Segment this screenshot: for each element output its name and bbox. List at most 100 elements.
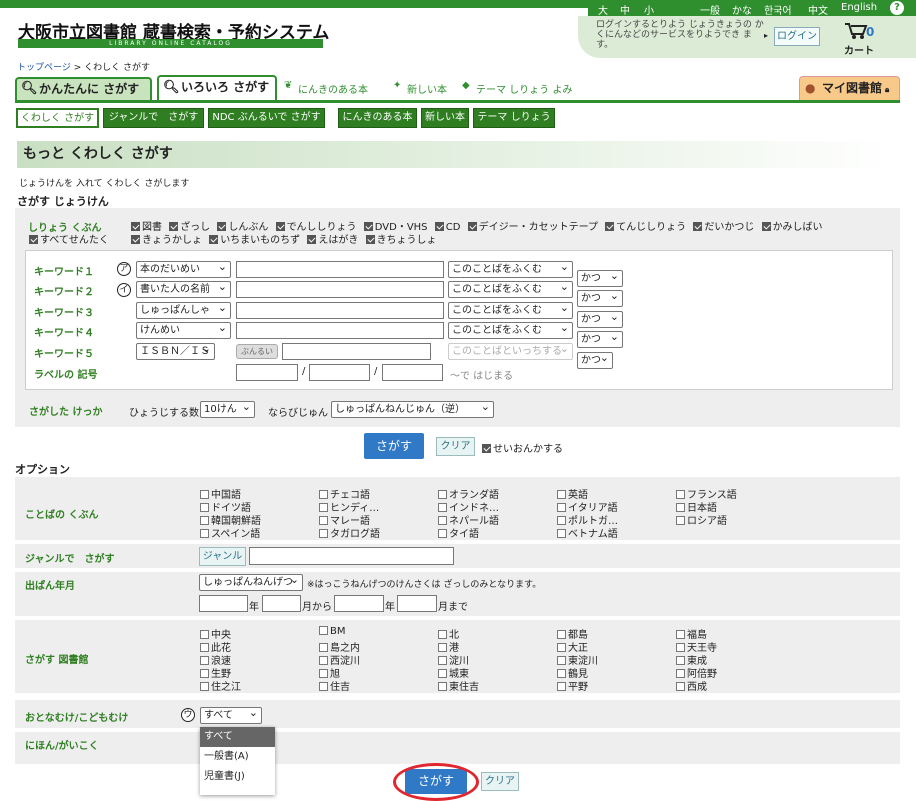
- search-button-top[interactable]: さがす: [364, 433, 424, 459]
- year-from-input[interactable]: [199, 595, 248, 612]
- audience-label: おとなむけ/こどもむけ: [25, 713, 129, 724]
- year-to-input[interactable]: [334, 595, 384, 612]
- lang-checkbox[interactable]: ベトナム語: [557, 525, 618, 540]
- lang-kana-link[interactable]: かな: [732, 2, 752, 17]
- tab-popular[interactable]: ❦ にんきのある本: [284, 80, 368, 96]
- search-icon: 🔍︎: [21, 81, 38, 96]
- audience-select[interactable]: すべて: [200, 705, 262, 724]
- lang-checkbox[interactable]: タイ語: [438, 525, 479, 540]
- keyword4-label: キーワード４: [34, 328, 94, 339]
- library-checkbox[interactable]: 住之江: [200, 678, 241, 693]
- library-checkbox[interactable]: BM: [319, 626, 346, 637]
- keyword2-input[interactable]: [236, 281, 444, 298]
- chk-textbook[interactable]: きょうかしょ: [131, 235, 202, 246]
- keyword5-input[interactable]: [282, 343, 431, 360]
- tab-my-library[interactable]: ● マイ図書館 🔒︎: [799, 76, 900, 100]
- audience-option-all[interactable]: すべて: [200, 727, 275, 747]
- library-checkbox[interactable]: 住吉: [319, 678, 350, 693]
- keyword2-field-select[interactable]: 書いた人の名前: [136, 279, 231, 298]
- subtab-ndc[interactable]: NDC ぶんるいで さがす: [208, 108, 325, 128]
- sparkle-icon: ✦: [393, 80, 402, 91]
- size-small-link[interactable]: 小: [644, 2, 654, 17]
- keyword2-match-select[interactable]: このことばをふくむ: [448, 279, 573, 298]
- subtab-detail[interactable]: くわしく さがす: [16, 108, 99, 128]
- lang-general-link[interactable]: 一般: [700, 2, 720, 17]
- label-code-input-1[interactable]: [236, 364, 298, 381]
- chk-map[interactable]: いちまいものちず: [205, 235, 300, 246]
- breadcrumb-home[interactable]: トップページ: [17, 63, 71, 73]
- audience-option-child[interactable]: 児童書(J): [200, 767, 275, 787]
- clear-button-top[interactable]: クリア: [436, 437, 475, 456]
- conj3-select[interactable]: かつ: [577, 309, 623, 328]
- keyword5-field-select[interactable]: ＩＳＢＮ／ＩＳ: [136, 341, 215, 360]
- keyword3-input[interactable]: [236, 302, 444, 319]
- keyword4-field-select[interactable]: けんめい: [136, 320, 231, 339]
- clear-button-bottom[interactable]: クリア: [481, 772, 519, 791]
- library-checkbox[interactable]: 東住吉: [438, 678, 479, 693]
- keyword5-match-select[interactable]: このことばといっちする: [448, 341, 573, 360]
- conj5-select[interactable]: かつ: [577, 350, 613, 369]
- site-logo-sub: LIBRARY ONLINE CATALOG: [18, 39, 323, 48]
- subtab-popular[interactable]: にんきのある本: [338, 108, 417, 128]
- marker-a: ア: [117, 262, 131, 276]
- lang-checkbox[interactable]: タガログ語: [319, 525, 380, 540]
- chk-daisy[interactable]: デイジー・カセットテープ: [464, 222, 598, 233]
- conj1-select[interactable]: かつ: [577, 268, 623, 287]
- library-checkbox[interactable]: 西成: [676, 678, 707, 693]
- keyword4-match-select[interactable]: このことばをふくむ: [448, 320, 573, 339]
- label-code-input-3[interactable]: [382, 364, 443, 381]
- keyword3-match-select[interactable]: このことばをふくむ: [448, 300, 573, 319]
- month-from-input[interactable]: [262, 595, 301, 612]
- highlight-circle: [393, 763, 479, 801]
- cart-label[interactable]: カート: [844, 42, 874, 57]
- tab-new[interactable]: ✦ 新しい本: [393, 80, 447, 96]
- size-large-link[interactable]: 大: [598, 2, 608, 17]
- subtab-new[interactable]: 新しい本: [421, 108, 469, 128]
- tab-easy-search[interactable]: 🔍︎ かんたんに さがす: [15, 77, 152, 101]
- login-button[interactable]: ログイン: [774, 27, 820, 46]
- genre-label: ジャンルで さがす: [25, 554, 115, 565]
- tab-theme[interactable]: ◆ テーマ しりょう よみ: [462, 80, 572, 96]
- help-icon[interactable]: ?: [890, 1, 904, 15]
- lang-korean-link[interactable]: 한국어: [764, 2, 792, 17]
- label-code-input-2[interactable]: [309, 364, 370, 381]
- chk-braille[interactable]: てんじしりょう: [601, 222, 686, 233]
- lang-checkbox[interactable]: スペイン語: [200, 525, 260, 540]
- keyword4-input[interactable]: [236, 322, 444, 339]
- keyword1-field-select[interactable]: 本のだいめい: [136, 259, 231, 278]
- audience-row: [15, 700, 900, 728]
- result-count-select[interactable]: 10けん: [200, 399, 255, 418]
- conj2-select[interactable]: かつ: [577, 288, 623, 307]
- chk-remember[interactable]: せいおんかする: [482, 440, 563, 455]
- subtab-theme[interactable]: テーマ しりょう: [473, 108, 555, 128]
- chk-largeprint[interactable]: だいかつじ: [689, 222, 754, 233]
- conj4-select[interactable]: かつ: [577, 329, 623, 348]
- subtab-genre[interactable]: ジャンルで さがす: [103, 108, 204, 128]
- year-type-select[interactable]: しゅっぱんねんげつ: [199, 572, 303, 591]
- lang-english-link[interactable]: English: [841, 2, 877, 13]
- keyword1-match-select[interactable]: このことばをふくむ: [448, 259, 573, 278]
- genre-button[interactable]: ジャンル: [199, 547, 246, 566]
- breadcrumb-current: くわしく さがす: [84, 63, 150, 73]
- chk-select-all[interactable]: すべてせんたく: [29, 231, 109, 246]
- chk-rare[interactable]: きちょうしょ: [362, 235, 437, 246]
- browse-button[interactable]: ぶんるい: [236, 344, 278, 359]
- lang-checkbox[interactable]: ロシア語: [676, 512, 727, 527]
- genre-input[interactable]: [249, 547, 454, 565]
- lang-chinese-link[interactable]: 中文: [808, 2, 828, 17]
- size-mid-link[interactable]: 中: [620, 2, 630, 17]
- keyword3-field-select[interactable]: しゅっぱんしゃ: [136, 300, 231, 319]
- year-label: 出ぱん年月: [25, 581, 75, 592]
- cart-icon[interactable]: [844, 22, 868, 40]
- keyword3-label: キーワード３: [34, 308, 94, 319]
- tab-various-search[interactable]: 🔍︎ いろいろ さがす: [157, 75, 277, 101]
- result-order-select[interactable]: しゅっぱんねんじゅん（逆）: [331, 399, 494, 418]
- chk-kamishibai[interactable]: かみしばい: [758, 222, 823, 233]
- marker-i: イ: [117, 283, 131, 297]
- month-to-input[interactable]: [397, 595, 437, 612]
- keyword1-input[interactable]: [236, 261, 444, 278]
- library-checkbox[interactable]: 平野: [557, 678, 588, 693]
- audience-option-adult[interactable]: 一般書(A): [200, 747, 275, 767]
- chk-postcard[interactable]: えはがき: [303, 235, 358, 246]
- leaf-icon: ❦: [284, 80, 293, 91]
